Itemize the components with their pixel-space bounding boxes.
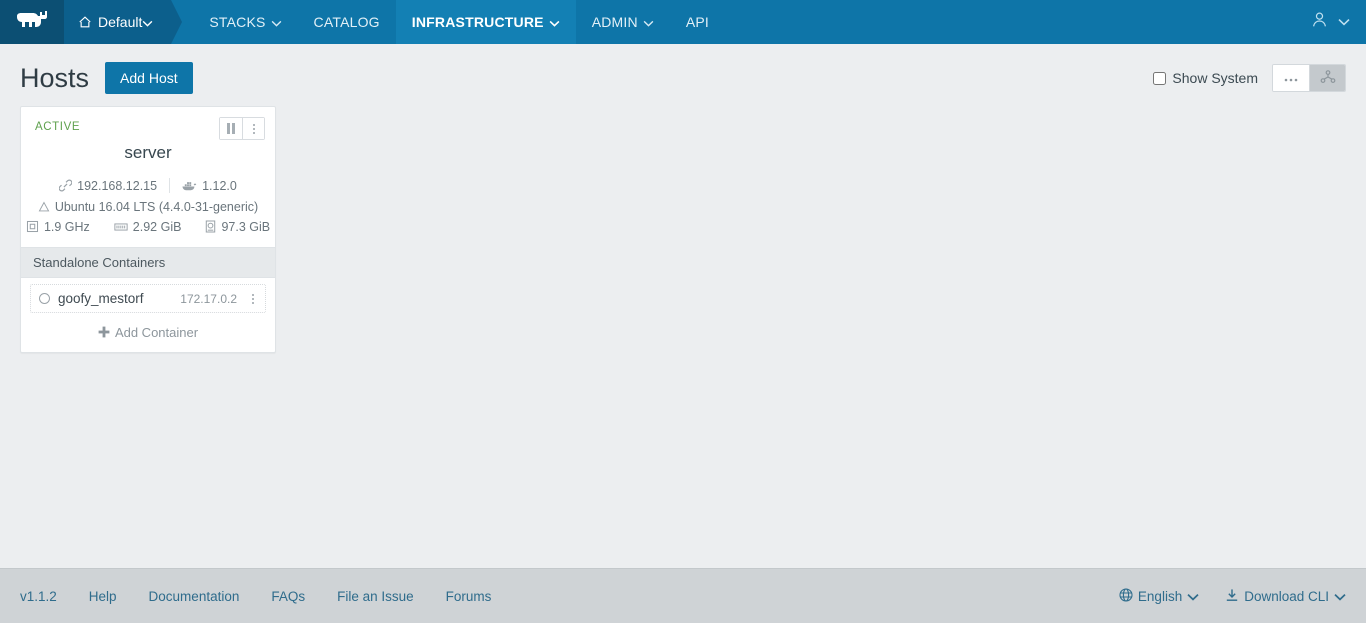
link-icon — [59, 179, 73, 192]
language-selector[interactable]: English — [1119, 587, 1199, 605]
chevron-down-icon — [271, 14, 282, 30]
home-icon — [78, 15, 92, 29]
ubuntu-icon — [38, 201, 50, 213]
add-container-button[interactable]: Add Container — [21, 317, 275, 352]
nav-item-catalog[interactable]: CATALOG — [298, 0, 396, 44]
download-icon — [1225, 588, 1239, 605]
chevron-down-icon — [142, 14, 153, 30]
standalone-containers-title: Standalone Containers — [21, 247, 275, 278]
add-host-button[interactable]: Add Host — [105, 62, 193, 94]
pause-icon — [227, 123, 235, 134]
page-header-controls: Show System — [1153, 64, 1346, 92]
host-disk: 97.3 GiB — [221, 219, 271, 234]
host-action-button-group — [219, 117, 265, 140]
cluster-graph-icon — [1320, 69, 1336, 87]
top-navbar: Default STACKS CATALOG INFRASTRUCTURE AD… — [0, 0, 1366, 44]
footer-links: v1.1.2 Help Documentation FAQs File an I… — [20, 589, 523, 604]
ellipsis-icon — [1283, 71, 1299, 86]
footer-link-file-an-issue[interactable]: File an Issue — [337, 589, 432, 604]
plus-icon — [98, 326, 110, 340]
view-mode-graph-button[interactable] — [1309, 65, 1345, 91]
host-ip: 192.168.12.15 — [77, 178, 158, 193]
user-menu-button[interactable] — [1301, 0, 1366, 44]
host-card-header: ACTIVE — [21, 107, 275, 140]
globe-icon — [1119, 587, 1133, 605]
footer: v1.1.2 Help Documentation FAQs File an I… — [0, 568, 1366, 623]
view-mode-list-button[interactable] — [1273, 65, 1309, 91]
container-ip: 172.17.0.2 — [180, 291, 237, 306]
vertical-dots-icon — [252, 293, 254, 304]
host-pause-button[interactable] — [220, 118, 242, 139]
nav-item-label: ADMIN — [591, 14, 638, 30]
add-container-label: Add Container — [114, 325, 199, 340]
hosts-content: ACTIVE server 192.168.12.15 1.12.0 Ubunt… — [0, 106, 1366, 353]
language-label: English — [1137, 588, 1183, 604]
vertical-dots-icon — [252, 123, 255, 134]
chevron-down-icon — [1187, 589, 1199, 604]
main-nav-items: STACKS CATALOG INFRASTRUCTURE ADMIN API — [193, 0, 725, 44]
user-avatar-icon — [1311, 11, 1328, 33]
host-menu-button[interactable] — [242, 118, 264, 139]
chevron-down-icon — [1334, 589, 1346, 604]
show-system-toggle[interactable]: Show System — [1153, 70, 1258, 86]
container-row[interactable]: goofy_mestorf 172.17.0.2 — [30, 284, 266, 313]
disk-icon — [205, 220, 216, 233]
container-list: goofy_mestorf 172.17.0.2 — [21, 278, 275, 317]
footer-link-documentation[interactable]: Documentation — [149, 589, 258, 604]
environment-selector[interactable]: Default — [64, 0, 183, 44]
nav-item-label: INFRASTRUCTURE — [411, 14, 544, 30]
host-memory-cell: 2.92 GiB — [102, 220, 194, 234]
cpu-icon — [26, 220, 39, 233]
host-os-row: Ubuntu 16.04 LTS (4.4.0-31-generic) — [21, 196, 275, 216]
page-header: Hosts Add Host Show System — [0, 44, 1366, 106]
nav-item-stacks[interactable]: STACKS — [193, 0, 297, 44]
docker-whale-icon — [182, 180, 197, 191]
footer-link-faqs[interactable]: FAQs — [271, 589, 323, 604]
container-name[interactable]: goofy_mestorf — [58, 291, 144, 306]
nav-item-label: CATALOG — [313, 14, 380, 30]
chevron-down-icon — [643, 14, 654, 30]
host-cpu-cell: 1.9 GHz — [14, 220, 102, 234]
host-docker-cell: 1.12.0 — [170, 179, 249, 193]
chevron-down-icon — [549, 14, 560, 30]
rancher-cow-logo-icon — [15, 10, 49, 35]
navbar-spacer — [725, 0, 1301, 44]
download-cli-button[interactable]: Download CLI — [1225, 588, 1346, 605]
page-title: Hosts — [20, 62, 90, 93]
nav-item-infrastructure[interactable]: INFRASTRUCTURE — [395, 0, 576, 44]
footer-right: English Download CLI — [1119, 587, 1346, 605]
chevron-down-icon — [1338, 13, 1350, 31]
nav-item-label: API — [685, 14, 709, 30]
host-disk-cell: 97.3 GiB — [193, 220, 282, 234]
host-ip-cell: 192.168.12.15 — [47, 179, 169, 193]
host-info-row-resources: 1.9 GHz 2.92 GiB 97.3 GiB — [21, 216, 275, 237]
host-os: Ubuntu 16.04 LTS (4.4.0-31-generic) — [54, 200, 259, 214]
environment-label: Default — [98, 14, 143, 30]
footer-link-forums[interactable]: Forums — [446, 589, 510, 604]
host-cpu: 1.9 GHz — [43, 219, 90, 234]
nav-item-admin[interactable]: ADMIN — [576, 0, 670, 44]
footer-link-help[interactable]: Help — [89, 589, 135, 604]
rancher-logo-button[interactable] — [0, 0, 64, 44]
circle-state-icon — [39, 293, 50, 304]
footer-link-version[interactable]: v1.1.2 — [20, 589, 75, 604]
nav-item-api[interactable]: API — [670, 0, 725, 44]
show-system-checkbox[interactable] — [1153, 71, 1167, 85]
nav-item-label: STACKS — [209, 14, 266, 30]
view-mode-button-group — [1272, 64, 1346, 92]
host-docker-version: 1.12.0 — [202, 178, 237, 193]
host-card: ACTIVE server 192.168.12.15 1.12.0 Ubunt… — [20, 106, 276, 353]
memory-icon — [114, 221, 128, 233]
show-system-label: Show System — [1172, 70, 1258, 86]
host-info-row-network: 192.168.12.15 1.12.0 — [21, 175, 275, 196]
container-menu-button[interactable] — [245, 293, 261, 304]
host-memory: 2.92 GiB — [132, 219, 182, 234]
host-name[interactable]: server — [21, 137, 275, 175]
download-cli-label: Download CLI — [1244, 588, 1329, 604]
host-state-badge: ACTIVE — [35, 121, 81, 133]
